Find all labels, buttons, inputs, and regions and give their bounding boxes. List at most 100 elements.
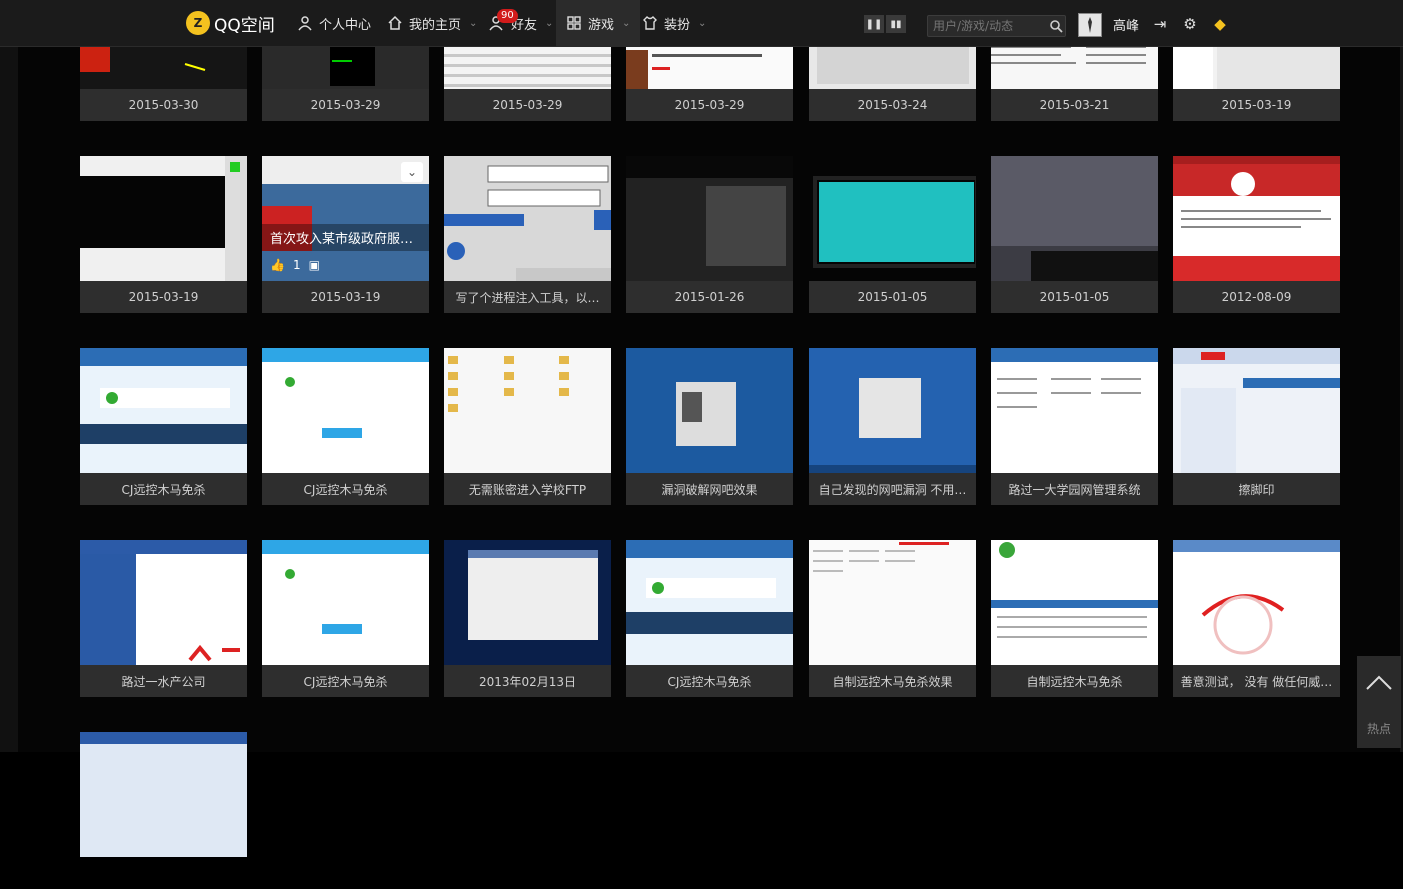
album-caption: 2013年02月13日 [444,665,611,697]
album-tile[interactable]: 漏洞破解网吧效果 [626,348,793,505]
album-caption: 路过一水产公司 [80,665,247,697]
album-thumbnail: ⌄ 首次攻入某市级政府服… 👍 1 ▣ [262,156,429,281]
album-caption: 2015-03-29 [626,89,793,121]
chevron-down-icon: ⌄ [545,17,554,29]
album-tile[interactable]: 自己发现的网吧漏洞 不用… [809,348,976,505]
nav-my-home[interactable]: 我的主页 ⌄ [387,0,477,46]
album-caption: 2015-03-29 [262,89,429,121]
album-overlay-title: 首次攻入某市级政府服… [262,224,429,251]
album-caption: 2015-03-19 [80,281,247,313]
album-tile[interactable]: CJ远控木马免杀 [80,348,247,505]
person-icon [297,15,313,31]
nav-personal-center[interactable]: 个人中心 [297,0,371,46]
nav-games-label: 游戏 [588,17,615,33]
album-caption: 路过一大学园网管理系统 [991,473,1158,505]
album-caption: 自己发现的网吧漏洞 不用… [809,473,976,505]
album-caption: 2015-03-29 [444,89,611,121]
album-thumbnail [626,348,793,473]
album-caption: 无需账密进入学校FTP [444,473,611,505]
album-thumbnail [991,156,1158,281]
album-tile[interactable]: 无需账密进入学校FTP [444,348,611,505]
like-count: 1 [292,258,301,272]
album-tile[interactable]: 2012-08-09 [1173,156,1340,313]
pause-icon[interactable]: ❚❚ [864,15,884,33]
home-icon [387,15,403,31]
view-toggle-group: ❚❚ ▮▮ [864,15,906,33]
album-caption: 自制远控木马免杀 [991,665,1158,697]
album-thumbnail [991,348,1158,473]
album-tile[interactable]: 2015-03-19 [80,156,247,313]
album-thumbnail [626,156,793,281]
album-thumbnail [809,540,976,665]
album-thumbnail [1173,540,1340,665]
album-thumbnail [444,348,611,473]
chevron-down-icon: ⌄ [622,17,631,29]
album-overlay-stats: 👍 1 ▣ [270,258,320,272]
diamond-icon[interactable]: ◆ [1211,15,1229,33]
thumbs-up-icon[interactable]: 👍 [270,258,285,272]
album-tile[interactable]: 2015-01-05 [809,156,976,313]
search-input[interactable] [928,18,1047,34]
nav-friends[interactable]: 90 好友 ⌄ [489,0,553,46]
nav-decorate[interactable]: 装扮 ⌄ [642,0,706,46]
gear-icon[interactable]: ⚙ [1181,15,1199,33]
album-tile[interactable] [80,732,247,889]
chevron-down-icon[interactable]: ⌄ [401,162,423,182]
album-tile[interactable]: 路过一水产公司 [80,540,247,697]
album-thumbnail [80,156,247,281]
album-thumbnail [80,540,247,665]
friends-count-badge: 90 [497,9,518,23]
scroll-top-label: 热点 [1366,722,1391,736]
logout-icon[interactable]: ⇥ [1151,15,1169,33]
album-tile[interactable]: ⌄ 首次攻入某市级政府服… 👍 1 ▣ 2015-03-19 [262,156,429,313]
shirt-icon [642,15,658,31]
album-caption: 写了个进程注入工具，以… [444,281,611,313]
search-box [927,15,1066,37]
album-tile[interactable]: 善意测试， 没有 做任何威… [1173,540,1340,697]
album-caption: 2015-03-24 [809,89,976,121]
album-tile[interactable]: 2013年02月13日 [444,540,611,697]
album-thumbnail [1173,156,1340,281]
equalizer-icon[interactable]: ▮▮ [886,15,906,33]
qzone-badge-icon: Z [186,11,210,35]
scroll-to-top-button[interactable]: 热点 [1357,656,1401,748]
album-tile[interactable]: 自制远控木马免杀 [991,540,1158,697]
album-caption: 2015-01-05 [809,281,976,313]
avatar[interactable] [1078,13,1102,37]
nav-games[interactable]: 游戏 ⌄ [556,0,641,46]
top-navigation-bar: Z QQ空间 个人中心 我的主页 ⌄ 90 好友 ⌄ 游戏 ⌄ 装扮 ⌄ ❚❚ … [0,0,1403,47]
album-caption: 2015-01-05 [991,281,1158,313]
album-caption: 2015-03-19 [262,281,429,313]
album-tile[interactable]: 2015-01-05 [991,156,1158,313]
album-caption: 2012-08-09 [1173,281,1340,313]
album-tile[interactable]: CJ远控木马免杀 [626,540,793,697]
left-sidebar-strip [0,46,18,752]
album-caption: CJ远控木马免杀 [262,473,429,505]
album-tile[interactable]: CJ远控木马免杀 [262,348,429,505]
album-tile[interactable]: 自制远控木马免杀效果 [809,540,976,697]
album-tile[interactable]: 写了个进程注入工具，以… [444,156,611,313]
album-thumbnail [80,732,247,857]
nav-decorate-label: 装扮 [664,17,691,33]
album-caption: 2015-03-21 [991,89,1158,121]
album-tile[interactable]: 路过一大学园网管理系统 [991,348,1158,505]
album-tile[interactable]: 2015-01-26 [626,156,793,313]
nav-personal-center-label: 个人中心 [319,17,372,33]
album-thumbnail [262,348,429,473]
qzone-logo[interactable]: Z QQ空间 [186,10,275,36]
album-caption: 擦脚印 [1173,473,1340,505]
album-thumbnail [809,156,976,281]
album-thumbnail [262,540,429,665]
comment-icon[interactable]: ▣ [309,258,320,272]
qzone-logo-text: QQ空间 [214,15,275,36]
album-tile[interactable]: 擦脚印 [1173,348,1340,505]
username[interactable]: 高峰 [1113,15,1139,34]
album-caption: 2015-03-19 [1173,89,1340,121]
friends-icon: 90 [489,9,518,31]
album-thumbnail [991,540,1158,665]
album-caption: 善意测试， 没有 做任何威… [1173,665,1340,697]
album-caption: 2015-03-30 [80,89,247,121]
album-thumbnail [80,348,247,473]
search-icon[interactable] [1047,17,1065,35]
album-tile[interactable]: CJ远控木马免杀 [262,540,429,697]
